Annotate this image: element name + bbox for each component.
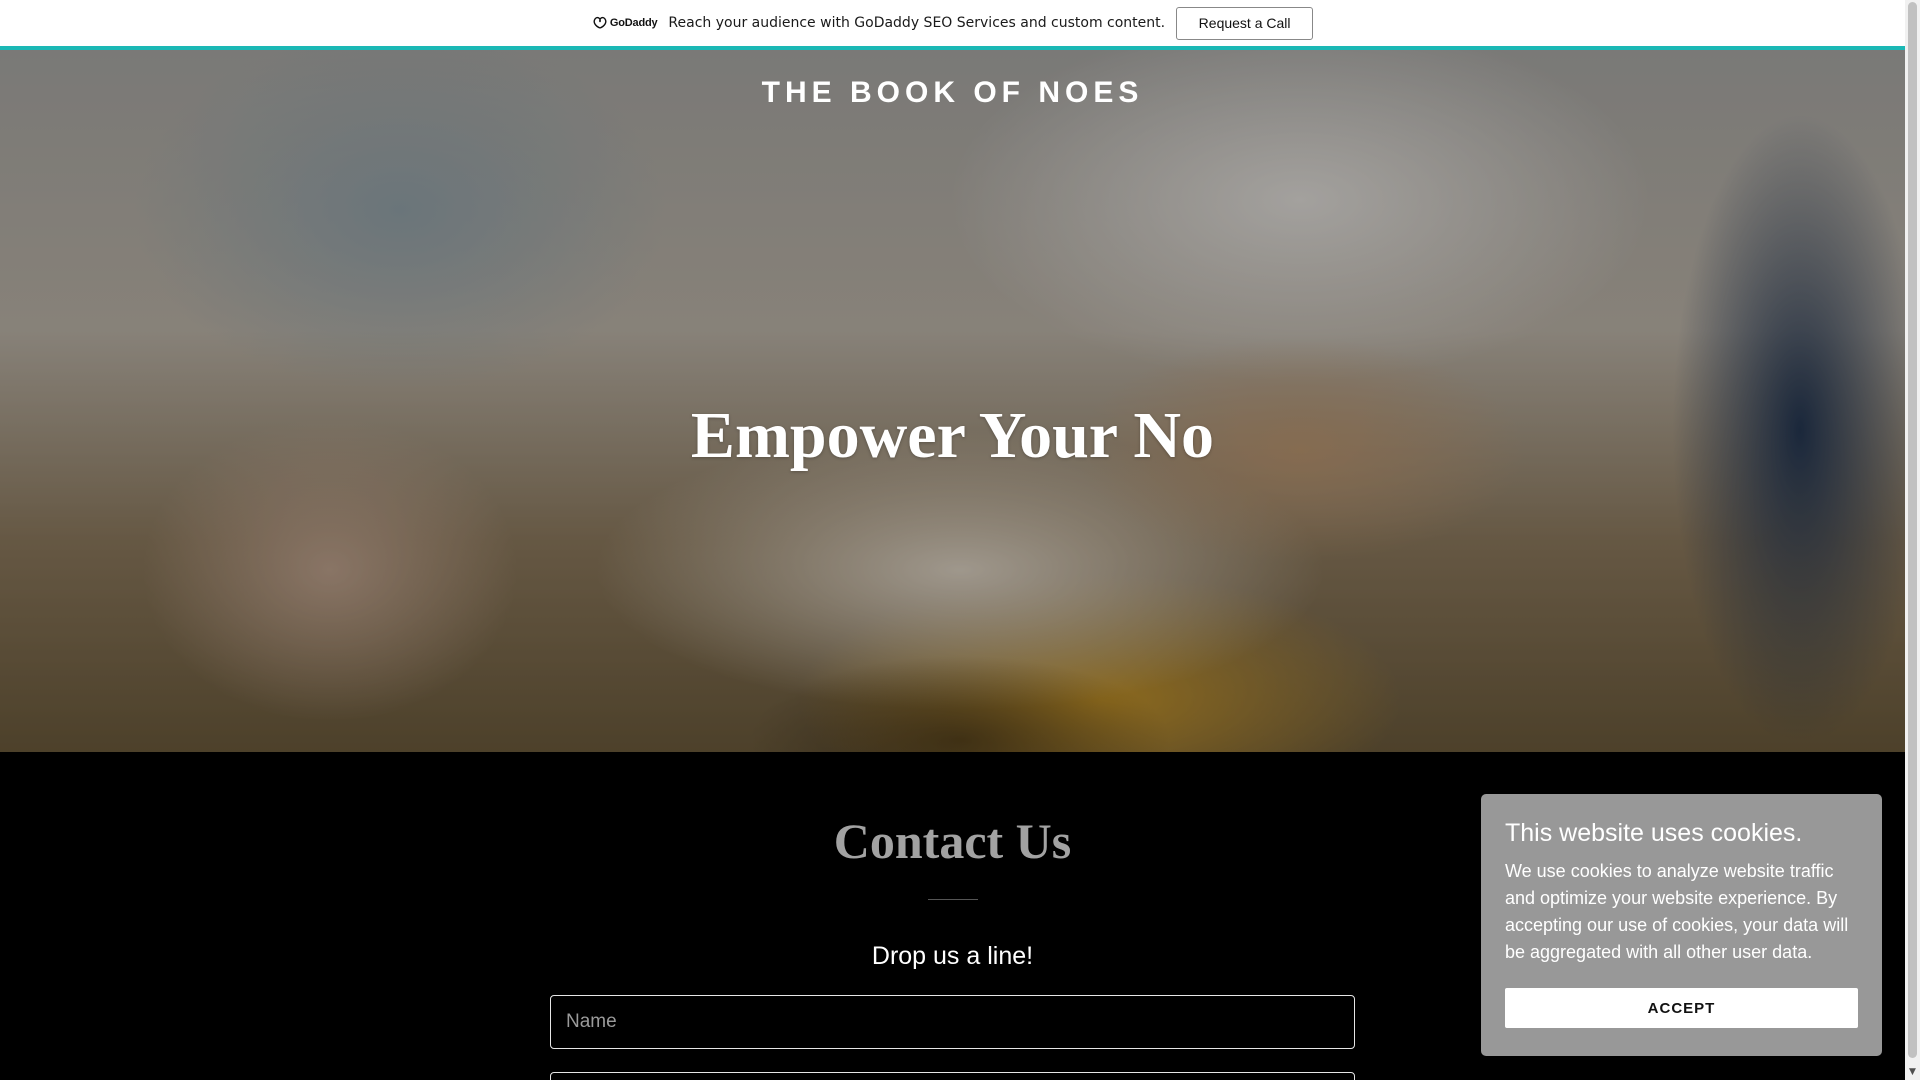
hero-section: THE BOOK OF NOES Empower Your No (0, 50, 1905, 752)
request-call-button[interactable]: Request a Call (1176, 6, 1314, 40)
cookie-description: We use cookies to analyze website traffi… (1505, 861, 1849, 962)
godaddy-logo-icon (593, 16, 607, 29)
promo-banner: GoDaddy Reach your audience with GoDaddy… (0, 0, 1905, 50)
email-input[interactable] (550, 1072, 1355, 1080)
hero-heading: Empower Your No (690, 399, 1215, 472)
promo-message: Reach your audience with GoDaddy SEO Ser… (668, 15, 1166, 31)
scroll-down-arrow-icon[interactable]: ▼ (1905, 1064, 1920, 1080)
godaddy-logo: GoDaddy (592, 13, 658, 33)
godaddy-logo-text: GoDaddy (609, 17, 658, 29)
accept-cookies-button[interactable]: ACCEPT (1505, 988, 1858, 1028)
section-divider (928, 899, 978, 900)
page-scrollbar[interactable]: ▼ (1905, 0, 1920, 1080)
site-title[interactable]: THE BOOK OF NOES (0, 76, 1905, 110)
name-input[interactable] (550, 995, 1355, 1049)
scrollbar-thumb[interactable] (1908, 2, 1917, 1058)
cookie-banner: This website uses cookies. We use cookie… (1481, 794, 1882, 1056)
cookie-title: This website uses cookies. (1505, 819, 1803, 847)
